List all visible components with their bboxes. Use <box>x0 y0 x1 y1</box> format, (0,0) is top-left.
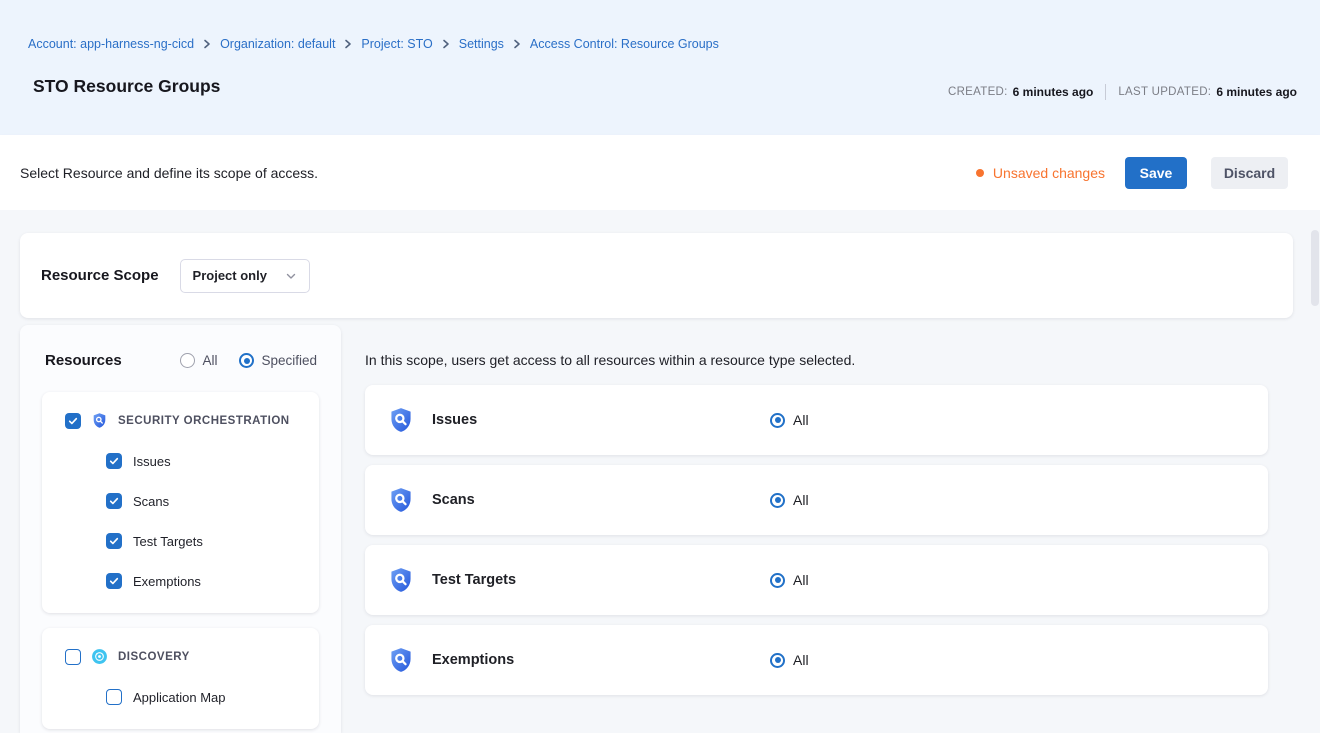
resource-scope-select[interactable]: Project only <box>180 259 310 293</box>
resource-child-label: Issues <box>133 454 171 469</box>
breadcrumb-link-access-control[interactable]: Access Control: Resource Groups <box>530 37 719 51</box>
breadcrumb-separator-icon <box>202 39 212 49</box>
resource-card-title: Test Targets <box>432 572 516 588</box>
sto-shield-icon <box>387 566 415 594</box>
created-label: CREATED: <box>948 86 1008 98</box>
resource-child-issues: Issues <box>42 453 319 469</box>
radio-all-selected-icon[interactable] <box>770 573 785 588</box>
resource-card-scans: Scans All <box>365 465 1268 535</box>
resource-card-access: All <box>770 572 809 588</box>
resource-child-label: Application Map <box>133 690 226 705</box>
breadcrumb-separator-icon <box>512 39 522 49</box>
radio-specified-icon[interactable] <box>239 353 254 368</box>
resource-card-title: Issues <box>432 412 477 428</box>
resource-group-label: SECURITY ORCHESTRATION <box>118 415 290 427</box>
breadcrumb-link-organization[interactable]: Organization: default <box>220 37 335 51</box>
checkbox-security-orchestration[interactable] <box>65 413 81 429</box>
resource-groups-page: Account: app-harness-ng-cicd Organization… <box>0 0 1320 733</box>
discovery-radar-icon <box>91 648 108 665</box>
resource-card-title: Scans <box>432 492 475 508</box>
resource-group-header: DISCOVERY <box>42 648 319 665</box>
resource-card-list: IssuesAllScansAllTest TargetsAllExemptio… <box>365 385 1268 705</box>
resource-card-title: Exemptions <box>432 652 514 668</box>
discard-button[interactable]: Discard <box>1211 157 1288 189</box>
resources-sidebar-header: Resources All Specified <box>20 325 341 369</box>
breadcrumb-link-settings[interactable]: Settings <box>459 37 504 51</box>
resource-scope-selected-value: Project only <box>193 268 267 283</box>
resource-child-test-targets: Test Targets <box>42 533 319 549</box>
radio-all-selected-icon[interactable] <box>770 413 785 428</box>
resource-card-access: All <box>770 492 809 508</box>
page-title: STO Resource Groups <box>33 76 220 97</box>
last-updated-label: LAST UPDATED: <box>1118 86 1211 98</box>
resource-card-exemptions: Exemptions All <box>365 625 1268 695</box>
resource-scope-label: Resource Scope <box>41 267 159 284</box>
checkbox-issues[interactable] <box>106 453 122 469</box>
resources-sidebar: Resources All Specified SECURITY ORCHEST… <box>20 325 341 733</box>
checkbox-test-targets[interactable] <box>106 533 122 549</box>
breadcrumb: Account: app-harness-ng-cicd Organization… <box>28 37 719 51</box>
resource-group-header: SECURITY ORCHESTRATION <box>42 412 319 429</box>
resource-child-application-map: Application Map <box>42 689 319 705</box>
resource-child-scans: Scans <box>42 493 319 509</box>
sto-shield-icon <box>387 406 415 434</box>
created-value: 6 minutes ago <box>1013 85 1094 99</box>
resource-card-access-label: All <box>793 492 809 508</box>
sto-shield-icon <box>387 486 415 514</box>
resource-child-label: Exemptions <box>133 574 201 589</box>
resource-card-access-label: All <box>793 652 809 668</box>
save-button[interactable]: Save <box>1125 157 1187 189</box>
sto-shield-icon <box>91 412 108 429</box>
breadcrumb-link-project[interactable]: Project: STO <box>361 37 432 51</box>
resource-scope-card: Resource Scope Project only <box>20 233 1293 318</box>
scope-description: In this scope, users get access to all r… <box>365 352 855 368</box>
radio-all-selected-icon[interactable] <box>770 493 785 508</box>
resource-card-access: All <box>770 652 809 668</box>
radio-option-all[interactable]: All <box>180 353 217 368</box>
meta-divider <box>1105 84 1106 100</box>
resource-child-label: Test Targets <box>133 534 203 549</box>
resource-card-access-label: All <box>793 412 809 428</box>
main-content: Resource Scope Project only Resources Al… <box>0 210 1320 733</box>
checkbox-discovery[interactable] <box>65 649 81 665</box>
unsaved-dot-icon <box>976 169 984 177</box>
unsaved-changes-indicator: Unsaved changes <box>976 165 1105 181</box>
checkbox-application-map[interactable] <box>106 689 122 705</box>
last-updated-value: 6 minutes ago <box>1216 85 1297 99</box>
breadcrumb-separator-icon <box>441 39 451 49</box>
resource-child-label: Scans <box>133 494 169 509</box>
unsaved-changes-label: Unsaved changes <box>993 165 1105 181</box>
resource-card-access-label: All <box>793 572 809 588</box>
action-toolbar: Select Resource and define its scope of … <box>0 135 1320 210</box>
radio-option-specified[interactable]: Specified <box>239 353 317 368</box>
toolbar-actions: Unsaved changes Save Discard <box>976 157 1288 189</box>
resource-card-issues: Issues All <box>365 385 1268 455</box>
checkbox-scans[interactable] <box>106 493 122 509</box>
breadcrumb-link-account[interactable]: Account: app-harness-ng-cicd <box>28 37 194 51</box>
sto-shield-icon <box>387 646 415 674</box>
chevron-down-icon <box>285 270 297 282</box>
checkbox-exemptions[interactable] <box>106 573 122 589</box>
resource-group-label: DISCOVERY <box>118 651 190 663</box>
resources-title: Resources <box>45 352 122 369</box>
radio-specified-label: Specified <box>261 353 317 368</box>
resource-group-security-orchestration: SECURITY ORCHESTRATION Issues Scans Test Ta… <box>42 392 319 613</box>
radio-all-icon[interactable] <box>180 353 195 368</box>
resources-filter-radios: All Specified <box>180 353 317 368</box>
radio-all-selected-icon[interactable] <box>770 653 785 668</box>
resource-card-access: All <box>770 412 809 428</box>
resource-group-list: SECURITY ORCHESTRATION Issues Scans Test Ta… <box>20 369 341 729</box>
resource-card-test-targets: Test Targets All <box>365 545 1268 615</box>
resource-child-exemptions: Exemptions <box>42 573 319 589</box>
meta-info: CREATED: 6 minutes ago LAST UPDATED: 6 m… <box>948 84 1297 100</box>
radio-all-label: All <box>202 353 217 368</box>
scrollbar-thumb[interactable] <box>1311 230 1319 306</box>
page-header: Account: app-harness-ng-cicd Organization… <box>0 0 1320 135</box>
toolbar-description: Select Resource and define its scope of … <box>20 165 318 181</box>
breadcrumb-separator-icon <box>343 39 353 49</box>
resource-group-discovery: DISCOVERY Application Map <box>42 628 319 729</box>
